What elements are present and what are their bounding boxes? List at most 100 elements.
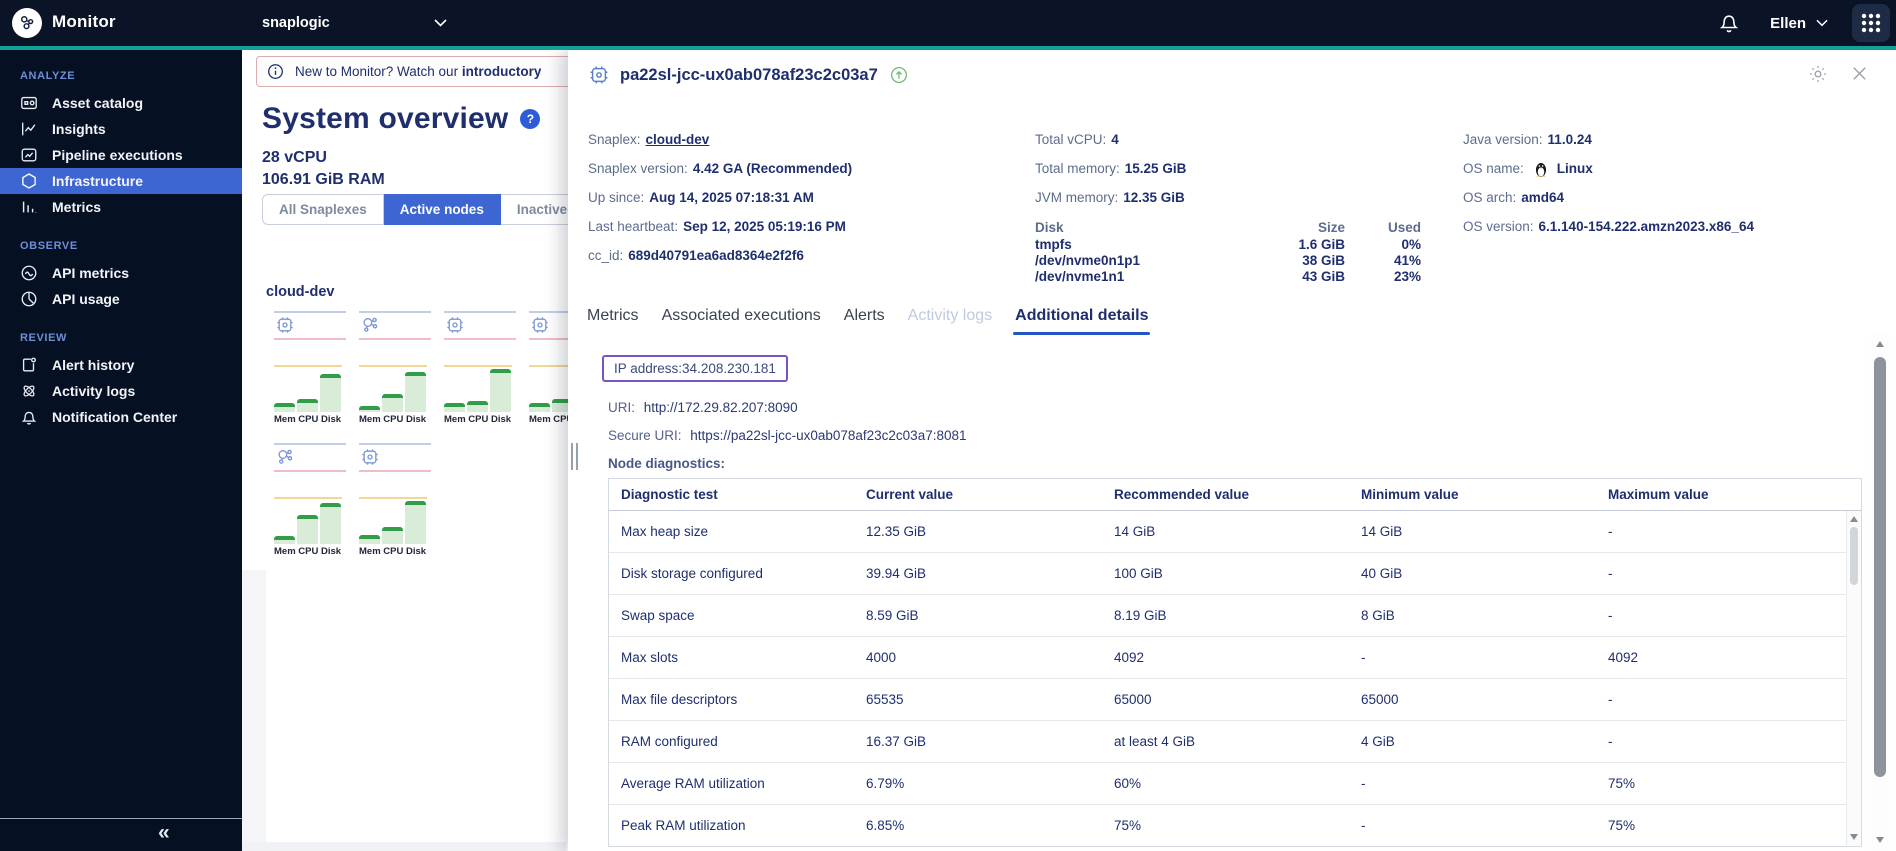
scroll-down-arrow[interactable] — [1876, 837, 1884, 843]
vcpu-total: 28 vCPU — [262, 149, 327, 166]
sidebar-item-label: Metrics — [52, 199, 102, 215]
current-value: 65535 — [854, 678, 1102, 721]
minimum-value: 14 GiB — [1349, 510, 1596, 553]
cpu-bar — [382, 527, 403, 544]
node-usage-chart[interactable] — [359, 365, 427, 412]
total-memory-label: Total memory: — [1035, 161, 1120, 176]
sidebar-item-notification-center[interactable]: Notification Center — [0, 404, 242, 430]
minimum-value: 8 GiB — [1349, 594, 1596, 637]
tab-metrics[interactable]: Metrics — [585, 307, 641, 335]
sidebar-item-pipeline-executions[interactable]: Pipeline executions — [0, 142, 242, 168]
snaplex-link[interactable]: cloud-dev — [646, 132, 710, 147]
snaplex-version-value: 4.42 GA (Recommended) — [692, 161, 853, 176]
node-card[interactable]: Mem CPU Disk — [274, 443, 346, 557]
snaplogic-logo[interactable] — [12, 8, 42, 38]
node-card[interactable]: Mem CPU Disk — [359, 311, 431, 425]
banner-introductory-link[interactable]: introductory — [462, 64, 542, 79]
horizontal-scrollbar-track[interactable] — [242, 842, 566, 851]
maximum-value: - — [1596, 678, 1861, 721]
node-cards-grid: Mem CPU Disk Mem CPU Disk Mem CPU Disk M… — [274, 311, 601, 557]
scroll-up-arrow[interactable] — [1850, 516, 1858, 522]
notifications-bell-button[interactable] — [1718, 11, 1740, 35]
node-usage-chart[interactable] — [359, 497, 427, 544]
node-usage-chart[interactable] — [274, 365, 342, 412]
panel-tabs: Metrics Associated executions Alerts Act… — [585, 307, 1151, 335]
mem-bar — [359, 406, 380, 412]
filter-active-nodes[interactable]: Active nodes — [383, 194, 501, 225]
sidebar-item-metrics[interactable]: Metrics — [0, 194, 242, 220]
scroll-up-arrow[interactable] — [1876, 341, 1884, 347]
card-top-divider — [359, 311, 431, 313]
node-card[interactable]: Mem CPU Disk — [444, 311, 516, 425]
sidebar-item-insights[interactable]: Insights — [0, 116, 242, 142]
table-row: Peak RAM utilization 6.85% 75% - 75% — [609, 804, 1861, 846]
diagnostic-test: Max file descriptors — [609, 678, 854, 721]
chart-axis-labels: Mem CPU Disk — [274, 546, 342, 557]
node-usage-chart[interactable] — [444, 365, 512, 412]
recommended-value: 4092 — [1102, 636, 1349, 679]
diagnostic-test: RAM configured — [609, 720, 854, 763]
node-card[interactable]: Mem CPU Disk — [274, 311, 346, 425]
sidebar-item-asset-catalog[interactable]: Asset catalog — [0, 90, 242, 116]
org-selector[interactable]: snaplogic — [262, 0, 447, 46]
total-vcpu-value: 4 — [1111, 132, 1119, 147]
panel-resize-handle[interactable] — [571, 443, 578, 470]
chevron-down-icon — [434, 19, 447, 27]
sidebar-collapse-button[interactable]: « — [158, 821, 170, 845]
gear-icon — [1810, 66, 1826, 82]
table-scrollbar[interactable] — [1846, 511, 1861, 845]
maximum-value: - — [1596, 720, 1861, 763]
disk-size: 38 GiB — [1302, 253, 1345, 268]
sidebar-item-api-metrics[interactable]: API metrics — [0, 260, 242, 286]
scrollbar-thumb[interactable] — [1850, 527, 1858, 585]
groundplex-node-icon — [275, 447, 295, 467]
node-card[interactable]: Mem CPU Disk — [359, 443, 431, 557]
card-alert-divider — [274, 470, 346, 472]
ip-address-highlight-box: IP address: 34.208.230.181 — [602, 355, 788, 382]
chart-axis-labels: Mem CPU Disk — [359, 546, 427, 557]
snaplex-label: Snaplex: — [588, 132, 641, 147]
filter-all-snaplexes[interactable]: All Snaplexes — [262, 194, 384, 225]
user-menu-chevron[interactable] — [1816, 19, 1828, 27]
node-info-column-1: Snaplex: cloud-dev Snaplex version: 4.42 G… — [588, 125, 1028, 270]
current-value: 8.59 GiB — [854, 594, 1102, 637]
panel-scrollbar[interactable] — [1871, 333, 1889, 851]
chevron-down-icon — [1816, 19, 1828, 27]
disk-name: /dev/nvme1n1 — [1035, 269, 1125, 284]
panel-settings-button[interactable] — [1808, 64, 1828, 84]
tab-alerts[interactable]: Alerts — [842, 307, 887, 335]
node-info-column-2: Total vCPU: 4 Total memory: 15.25 GiB JVM … — [1035, 125, 1455, 285]
sidebar-item-api-usage[interactable]: API usage — [0, 286, 242, 312]
panel-close-button[interactable] — [1850, 64, 1870, 84]
tab-associated-executions[interactable]: Associated executions — [660, 307, 823, 335]
sidebar-item-infrastructure[interactable]: Infrastructure — [0, 168, 242, 194]
sidebar-item-activity-logs[interactable]: Activity logs — [0, 378, 242, 404]
recommended-value: 8.19 GiB — [1102, 594, 1349, 637]
node-info-column-3: Java version: 11.0.24 OS name: Linux OS a… — [1463, 125, 1893, 241]
disk-bar — [320, 502, 341, 544]
maximum-value: 75% — [1608, 817, 1636, 833]
disk-name: tmpfs — [1035, 237, 1072, 252]
card-top-divider — [359, 443, 431, 445]
api-usage-icon — [20, 290, 38, 308]
card-top-divider — [444, 311, 516, 313]
node-usage-chart[interactable] — [274, 497, 342, 544]
disk-usage-table: Disk Size Used tmpfs 1.6 GiB 0% /dev/nvm… — [1035, 218, 1455, 285]
bell-icon — [1719, 15, 1739, 33]
app-launcher-button[interactable] — [1852, 4, 1890, 42]
scrollbar-thumb[interactable] — [1874, 357, 1886, 777]
tab-additional-details[interactable]: Additional details — [1013, 307, 1151, 335]
user-menu-name[interactable]: Ellen — [1770, 15, 1806, 32]
sidebar-section-analyze: ANALYZE — [20, 70, 76, 82]
sidebar-item-alert-history[interactable]: Alert history — [0, 352, 242, 378]
insights-icon — [20, 120, 38, 138]
jcc-node-icon — [275, 315, 295, 335]
help-badge-button[interactable]: ? — [520, 109, 541, 129]
scroll-down-arrow[interactable] — [1850, 834, 1858, 840]
table-row: Disk storage configured 39.94 GiB 100 Gi… — [609, 552, 1861, 595]
jvm-memory-label: JVM memory: — [1035, 190, 1119, 205]
diagnostic-test: Peak RAM utilization — [621, 817, 746, 833]
metrics-icon — [20, 198, 38, 216]
accent-divider — [0, 46, 1896, 50]
table-row: Swap space 8.59 GiB 8.19 GiB 8 GiB - — [609, 594, 1861, 637]
